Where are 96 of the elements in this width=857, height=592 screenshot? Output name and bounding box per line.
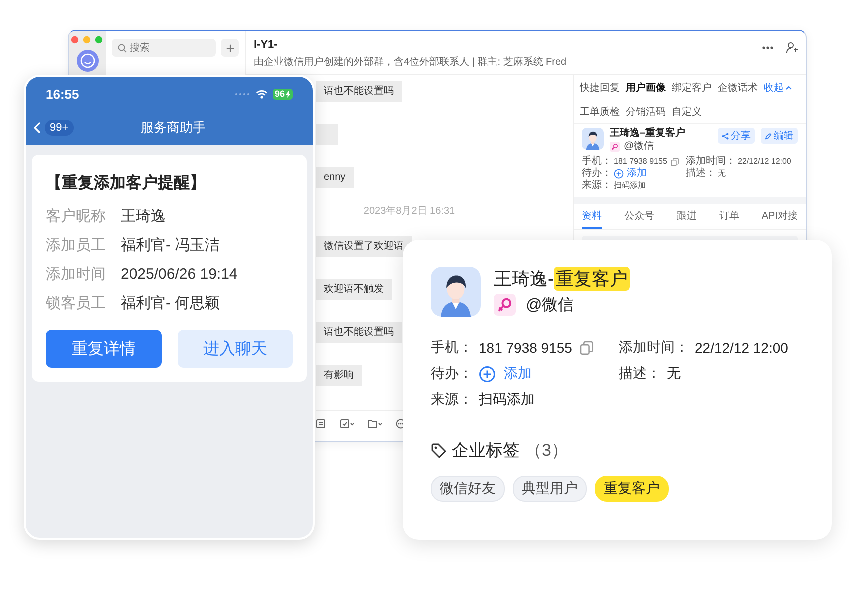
panel-tab[interactable]: 工单质检 bbox=[580, 105, 620, 119]
unread-badge: 99+ bbox=[45, 120, 74, 136]
account-source: @微信 bbox=[624, 141, 654, 153]
share-button[interactable]: 分享 bbox=[718, 128, 755, 144]
field-label: 添加时间： bbox=[686, 156, 736, 168]
battery-indicator: 96 bbox=[272, 88, 293, 100]
message-bubble: 欢迎语不触发 bbox=[316, 279, 392, 300]
tag-chip: 典型用户 bbox=[513, 476, 587, 502]
field-value: 181 7938 9155 bbox=[614, 156, 668, 168]
section-tab[interactable]: 公众号 bbox=[624, 209, 654, 229]
field-value: 扫码添加 bbox=[614, 180, 646, 192]
document-icon[interactable] bbox=[316, 419, 326, 429]
field-value: 2025/06/26 19:14 bbox=[121, 265, 238, 285]
avatar-icon bbox=[431, 267, 481, 317]
female-icon bbox=[494, 294, 516, 316]
folder-icon[interactable] bbox=[368, 419, 382, 429]
timestamp: 2023年8月2日 16:31 bbox=[364, 205, 456, 218]
more-icon[interactable] bbox=[762, 46, 774, 50]
panel-tab[interactable]: 绑定客户 bbox=[672, 81, 712, 95]
add-link[interactable]: 添加 bbox=[614, 168, 647, 180]
field-value: 无 bbox=[667, 365, 681, 383]
panel-tab[interactable]: 自定义 bbox=[672, 105, 702, 119]
section-title: 企业标签 bbox=[452, 440, 520, 462]
section-tab[interactable]: 资料 bbox=[582, 209, 602, 229]
tag-chip: 重复客户 bbox=[595, 476, 669, 502]
panel-tab[interactable]: 企微话术 bbox=[718, 81, 758, 95]
field-value: 王琦逸 bbox=[121, 207, 166, 227]
tag-chip: 微信好友 bbox=[431, 476, 505, 502]
female-icon bbox=[610, 142, 620, 152]
field-label: 来源： bbox=[431, 391, 473, 409]
field-label: 来源： bbox=[582, 180, 612, 192]
message-bubble: enny bbox=[316, 167, 354, 188]
field-value: 扫码添加 bbox=[479, 391, 535, 409]
field-value: 福利官- 何思颖 bbox=[121, 294, 220, 314]
tag-icon bbox=[431, 442, 447, 458]
collapse-link[interactable]: 收起 bbox=[764, 81, 792, 95]
section-tab[interactable]: 订单 bbox=[719, 209, 740, 229]
message-bubble: 语也不能设置吗 bbox=[316, 322, 402, 343]
customer-tag: 重复客户 bbox=[554, 267, 630, 291]
field-label: 添加员工 bbox=[46, 236, 106, 256]
field-value: 181 7938 9155 bbox=[479, 340, 572, 356]
field-value: 无 bbox=[718, 168, 726, 180]
account-source: @微信 bbox=[526, 296, 574, 316]
message-bubble: 有影响 bbox=[316, 365, 362, 386]
details-button[interactable]: 重复详情 bbox=[46, 330, 162, 368]
chat-button[interactable]: 进入聊天 bbox=[178, 330, 293, 368]
add-circle-icon bbox=[614, 169, 624, 179]
panel-tab[interactable]: 用户画像 bbox=[626, 81, 666, 95]
field-label: 待办： bbox=[582, 168, 612, 180]
message-bubble: 微信设置了欢迎语 bbox=[316, 236, 412, 257]
avatar-icon bbox=[582, 128, 604, 150]
field-label: 锁客员工 bbox=[46, 294, 106, 314]
card-title: 【重复添加客户提醒】 bbox=[46, 173, 207, 194]
edit-button[interactable]: 编辑 bbox=[761, 128, 798, 144]
add-person-icon[interactable] bbox=[786, 42, 798, 54]
back-icon[interactable] bbox=[34, 122, 41, 134]
field-value: 22/12/12 12:00 bbox=[738, 156, 792, 168]
message-bubble: 语也不能设置吗 bbox=[316, 81, 402, 102]
search-icon bbox=[118, 44, 127, 53]
field-label: 客户昵称 bbox=[46, 207, 106, 227]
field-label: 待办： bbox=[431, 365, 473, 383]
field-value: 福利官- 冯玉洁 bbox=[121, 236, 220, 256]
add-link[interactable]: 添加 bbox=[479, 365, 532, 383]
field-label: 添加时间 bbox=[46, 265, 106, 285]
panel-tab[interactable]: 快捷回复 bbox=[580, 81, 620, 95]
field-value: 22/12/12 12:00 bbox=[695, 340, 788, 356]
customer-name: 王琦逸- bbox=[494, 268, 554, 291]
add-button[interactable] bbox=[221, 39, 239, 57]
wifi-icon bbox=[256, 90, 268, 98]
section-tab[interactable]: 跟进 bbox=[676, 209, 697, 229]
edit-icon bbox=[765, 132, 772, 140]
window-controls-icon[interactable] bbox=[70, 36, 104, 44]
copy-icon[interactable] bbox=[580, 340, 595, 356]
chat-title: l-Y1- bbox=[254, 39, 279, 51]
checklist-icon[interactable] bbox=[340, 419, 354, 429]
panel-tab[interactable]: 分销活码 bbox=[626, 105, 666, 119]
chevron-up-icon bbox=[786, 86, 792, 90]
field-label: 手机： bbox=[431, 339, 473, 357]
status-time: 16:55 bbox=[46, 86, 80, 102]
share-icon bbox=[722, 132, 729, 140]
add-circle-icon bbox=[479, 366, 496, 382]
field-label: 添加时间： bbox=[619, 339, 689, 357]
tag-count: （3） bbox=[525, 440, 568, 462]
chat-subtitle: 由企业微信用户创建的外部群，含4位外部联系人 | 群主: 芝麻系统 Fred bbox=[254, 56, 567, 69]
section-tab[interactable]: API对接 bbox=[762, 209, 798, 229]
plus-icon bbox=[226, 44, 234, 52]
customer-name: 王琦逸–重复客户 bbox=[610, 128, 687, 140]
copy-icon[interactable] bbox=[671, 158, 680, 166]
signal-icon bbox=[234, 92, 251, 96]
field-label: 手机： bbox=[582, 156, 612, 168]
charging-icon bbox=[286, 90, 291, 98]
field-label: 描述： bbox=[686, 168, 716, 180]
field-label: 描述： bbox=[619, 365, 661, 383]
screen-title: 服务商助手 bbox=[141, 119, 206, 137]
avatar-icon[interactable] bbox=[76, 50, 98, 72]
search-field[interactable]: 搜索 bbox=[112, 39, 216, 57]
